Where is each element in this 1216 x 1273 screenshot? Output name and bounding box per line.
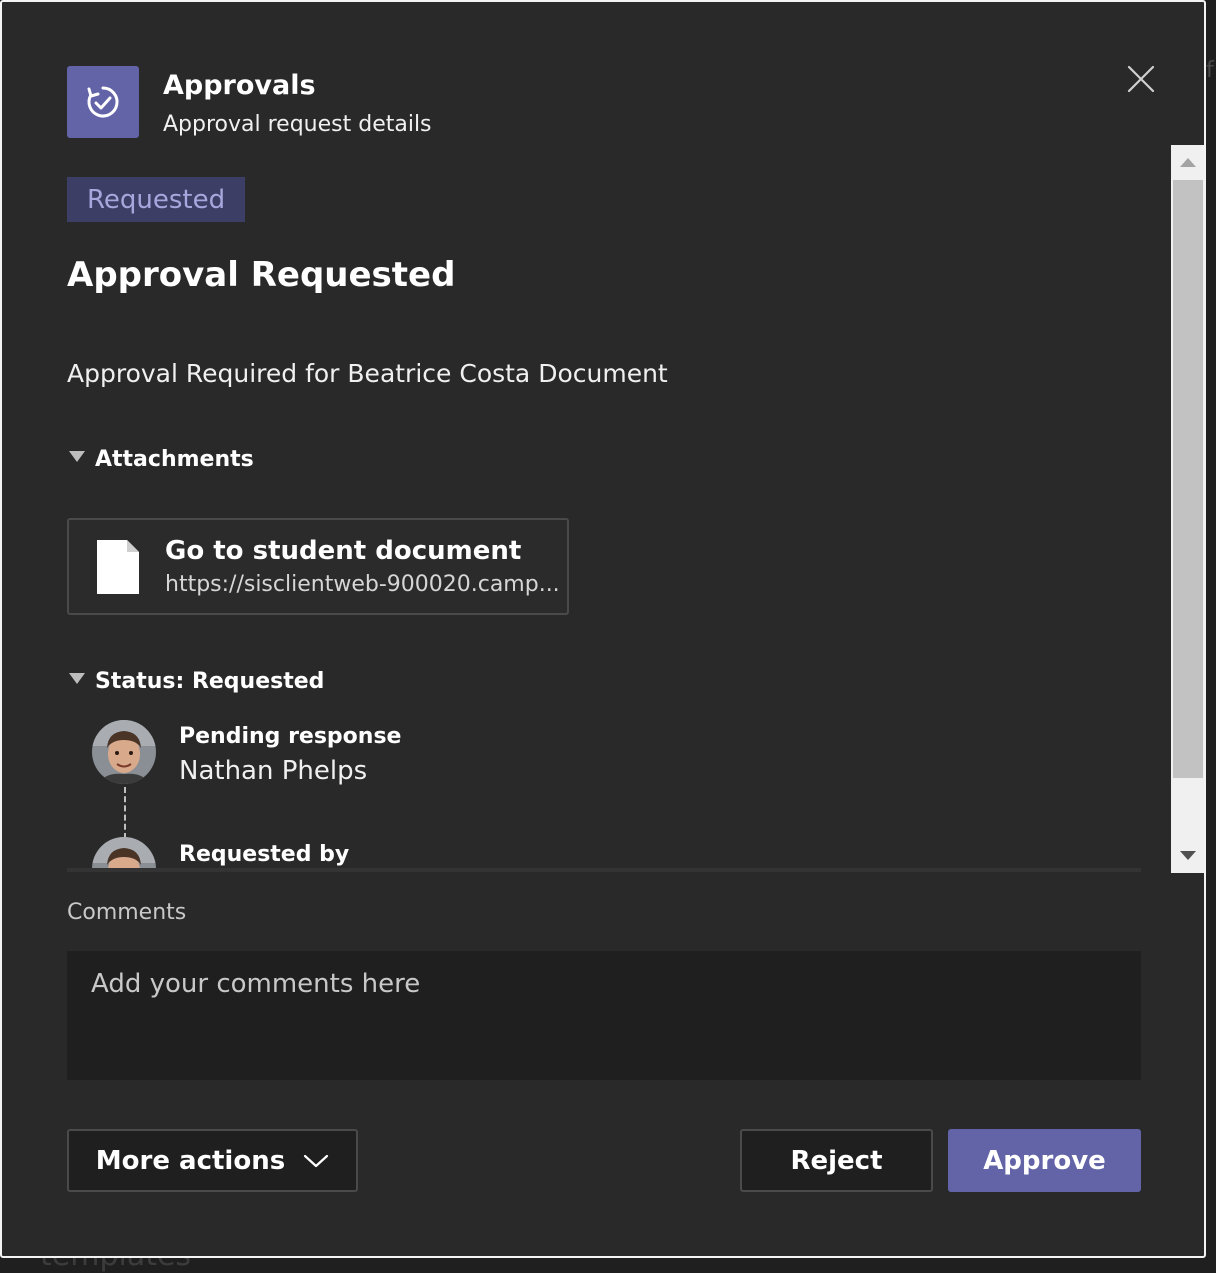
chevron-down-icon <box>304 1154 329 1167</box>
attachment-title: Go to student document <box>165 536 522 566</box>
reject-button[interactable]: Reject <box>740 1129 933 1192</box>
more-actions-label: More actions <box>95 1145 286 1176</box>
caret-down-icon <box>69 673 85 684</box>
app-title: Approvals <box>163 70 316 101</box>
close-icon <box>1127 65 1155 93</box>
approvals-icon <box>67 66 139 138</box>
attachments-heading: Attachments <box>95 447 254 472</box>
avatar <box>92 720 156 784</box>
card-description: Approval Required for Beatrice Costa Doc… <box>67 359 668 388</box>
more-actions-button[interactable]: More actions <box>67 1129 358 1192</box>
comments-input[interactable] <box>67 951 1141 1080</box>
attachments-toggle[interactable]: Attachments <box>67 447 254 472</box>
approve-button[interactable]: Approve <box>948 1129 1141 1192</box>
status-toggle[interactable]: Status: Requested <box>67 669 324 694</box>
approver-name: Nathan Phelps <box>179 756 368 786</box>
scroll-up-icon <box>1180 158 1196 167</box>
timeline-connector <box>124 787 126 839</box>
scroll-up-button[interactable] <box>1171 145 1204 179</box>
attachment-item[interactable]: Go to student document https://sisclient… <box>67 518 569 615</box>
status-badge: Requested <box>67 177 246 222</box>
requested-by-label: Requested by <box>179 842 350 867</box>
approval-dialog: Approvals Approval request details Reque… <box>0 0 1206 1258</box>
close-button[interactable] <box>1120 58 1162 100</box>
scroll-divider <box>67 868 1141 872</box>
card-scroll-area[interactable]: Requested Approval Requested Approval Re… <box>67 147 1141 869</box>
background-edge-char: f <box>1206 58 1214 83</box>
caret-down-icon <box>69 451 85 462</box>
dialog-subtitle: Approval request details <box>163 112 432 137</box>
pending-response-label: Pending response <box>179 724 402 749</box>
document-icon <box>97 540 139 594</box>
avatar <box>92 837 156 869</box>
attachment-url: https://sisclientweb-900020.camp... <box>165 572 560 597</box>
status-heading: Status: Requested <box>95 669 325 694</box>
card-title: Approval Requested <box>67 255 456 295</box>
scroll-thumb[interactable] <box>1173 180 1203 778</box>
scroll-down-icon <box>1180 851 1196 860</box>
comments-label: Comments <box>67 900 187 925</box>
scroll-down-button[interactable] <box>1171 839 1204 873</box>
scrollbar[interactable] <box>1171 145 1204 873</box>
